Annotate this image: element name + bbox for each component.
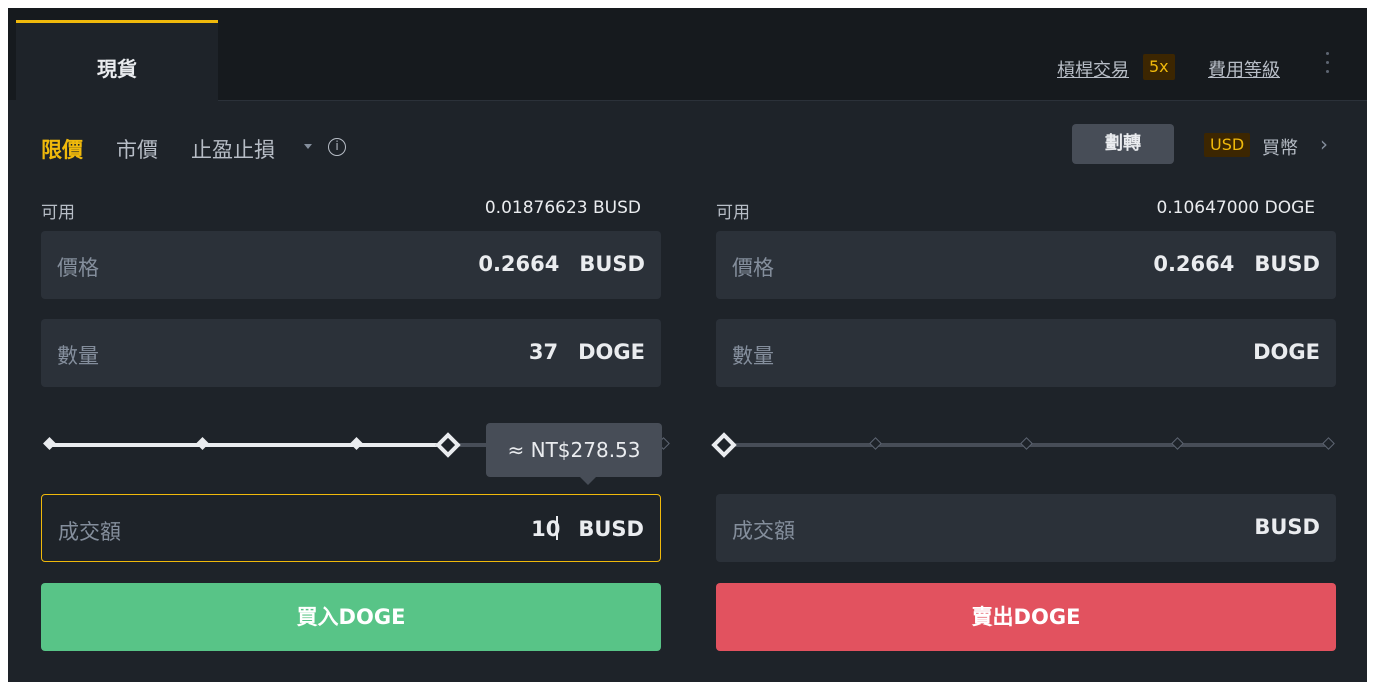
buy-price-value[interactable]: 0.2664 xyxy=(478,252,559,276)
fee-level-link[interactable]: 費用等級 xyxy=(1208,56,1280,82)
buy-slider-fill xyxy=(49,443,449,447)
sell-slider-step-100[interactable] xyxy=(1321,437,1335,450)
sell-slider-step-75[interactable] xyxy=(1170,437,1184,450)
sell-available-value: 0.10647000 DOGE xyxy=(1156,198,1315,218)
buy-slider-step-25[interactable] xyxy=(196,437,209,450)
buy-total-tooltip: ≈ NT$278.53 xyxy=(486,423,662,477)
buy-available-label: 可用 xyxy=(41,203,75,223)
buy-price-label: 價格 xyxy=(57,256,99,280)
sell-amount-unit: DOGE xyxy=(1253,340,1320,364)
order-type-stop-limit[interactable]: 止盈止損 xyxy=(191,134,275,164)
sell-slider-step-50[interactable] xyxy=(1019,437,1033,450)
sell-total-unit: BUSD xyxy=(1254,515,1320,539)
sell-total-field[interactable]: 成交額 BUSD xyxy=(716,494,1336,562)
buy-slider-handle[interactable] xyxy=(435,432,461,458)
header-divider xyxy=(218,100,1367,101)
order-type-limit[interactable]: 限價 xyxy=(41,134,83,164)
order-type-market[interactable]: 市價 xyxy=(116,134,158,164)
sell-slider-handle[interactable] xyxy=(711,432,737,458)
sell-price-label: 價格 xyxy=(732,256,774,280)
leverage-badge: 5x xyxy=(1143,54,1175,80)
tooltip-arrow xyxy=(580,477,596,485)
buy-amount-field[interactable]: 數量 37 DOGE xyxy=(41,319,661,387)
buy-available-value: 0.01876623 BUSD xyxy=(484,198,641,218)
sell-price-field[interactable]: 價格 0.2664 BUSD xyxy=(716,231,1336,299)
buy-price-unit: BUSD xyxy=(579,252,645,276)
sell-percent-slider[interactable] xyxy=(711,430,1336,460)
spot-order-panel: 現貨 槓桿交易 5x 費用等級 限價 市價 止盈止損 i 劃轉 USD 買幣 ›… xyxy=(8,8,1367,682)
chevron-down-icon[interactable] xyxy=(304,144,312,149)
more-vertical-icon[interactable] xyxy=(1326,52,1330,78)
sell-amount-label: 數量 xyxy=(732,344,774,368)
buy-total-label: 成交額 xyxy=(58,520,121,544)
tab-spot-label: 現貨 xyxy=(97,57,137,81)
sell-price-value[interactable]: 0.2664 xyxy=(1153,252,1234,276)
currency-badge[interactable]: USD xyxy=(1204,133,1251,157)
tab-spot[interactable]: 現貨 xyxy=(16,20,218,102)
chevron-right-icon[interactable]: › xyxy=(1320,132,1328,156)
buy-price-field[interactable]: 價格 0.2664 BUSD xyxy=(41,231,661,299)
buy-slider-step-50[interactable] xyxy=(349,437,363,450)
buy-amount-value[interactable]: 37 xyxy=(529,340,558,364)
order-panel-header: 現貨 槓桿交易 5x 費用等級 xyxy=(8,8,1367,102)
sell-doge-button[interactable]: 賣出DOGE xyxy=(716,583,1336,651)
margin-trading-link[interactable]: 槓桿交易 xyxy=(1057,56,1129,82)
buy-slider-step-0[interactable] xyxy=(42,437,56,450)
sell-price-unit: BUSD xyxy=(1254,252,1320,276)
buy-crypto-link[interactable]: 買幣 xyxy=(1262,134,1298,160)
buy-amount-label: 數量 xyxy=(57,344,99,368)
info-icon[interactable]: i xyxy=(328,138,346,156)
buy-doge-button[interactable]: 買入DOGE xyxy=(41,583,661,651)
buy-total-field[interactable]: 成交額 10 BUSD xyxy=(41,494,661,562)
buy-total-unit: BUSD xyxy=(578,517,644,541)
sell-slider-step-25[interactable] xyxy=(868,437,882,450)
buy-amount-unit: DOGE xyxy=(578,340,645,364)
sell-total-label: 成交額 xyxy=(732,519,795,543)
transfer-button[interactable]: 劃轉 xyxy=(1072,124,1174,164)
sell-amount-field[interactable]: 數量 DOGE xyxy=(716,319,1336,387)
text-cursor xyxy=(556,516,559,540)
sell-available-label: 可用 xyxy=(716,203,750,223)
